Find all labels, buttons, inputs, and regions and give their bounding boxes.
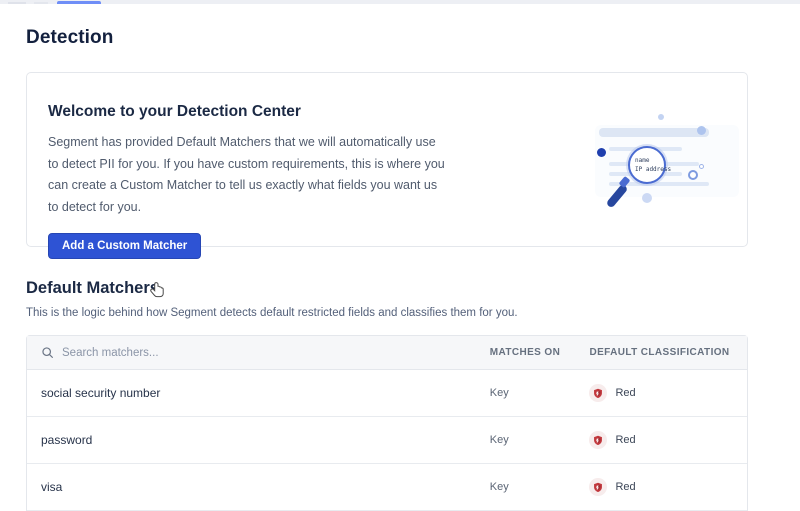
table-row[interactable]: social security number Key Red bbox=[27, 370, 747, 417]
column-header-default-classification: DEFAULT CLASSIFICATION bbox=[589, 347, 747, 358]
detection-illustration: name IP address bbox=[585, 111, 741, 229]
default-matchers-title: Default Matchers bbox=[26, 279, 748, 298]
page-title: Detection bbox=[26, 27, 748, 49]
matcher-classification: Red bbox=[589, 478, 747, 496]
matcher-matches-on: Key bbox=[490, 481, 590, 493]
column-header-matches-on: MATCHES ON bbox=[490, 347, 590, 358]
welcome-card: Welcome to your Detection Center Segment… bbox=[26, 72, 748, 247]
matcher-classification: Red bbox=[589, 431, 747, 449]
matcher-classification: Red bbox=[589, 384, 747, 402]
classification-shield-icon bbox=[589, 431, 607, 449]
decorative-dot bbox=[697, 126, 706, 135]
classification-shield-icon bbox=[589, 384, 607, 402]
tab-ghost bbox=[34, 2, 48, 4]
matchers-table-header: MATCHES ON DEFAULT CLASSIFICATION bbox=[27, 336, 747, 370]
matcher-matches-on: Key bbox=[490, 434, 590, 446]
decorative-dot bbox=[658, 114, 664, 120]
search-matchers-field[interactable] bbox=[41, 346, 490, 359]
matcher-name: password bbox=[41, 433, 490, 447]
default-matchers-description: This is the logic behind how Segment det… bbox=[26, 307, 748, 319]
classification-label: Red bbox=[615, 387, 635, 399]
table-row[interactable]: visa Key Red bbox=[27, 464, 747, 511]
illustration-document-header bbox=[599, 128, 709, 137]
detection-page: Detection Welcome to your Detection Cent… bbox=[26, 18, 748, 511]
classification-label: Red bbox=[615, 481, 635, 493]
matcher-name: visa bbox=[41, 480, 490, 494]
classification-label: Red bbox=[615, 434, 635, 446]
illustration-chip-name: name bbox=[635, 157, 664, 164]
matchers-table: MATCHES ON DEFAULT CLASSIFICATION social… bbox=[26, 335, 748, 511]
decorative-ring bbox=[688, 170, 698, 180]
illustration-chip-ip: IP address bbox=[635, 166, 664, 173]
table-row[interactable]: password Key Red bbox=[27, 417, 747, 464]
mouse-cursor-icon bbox=[149, 281, 166, 300]
active-tab-indicator bbox=[57, 1, 101, 4]
decorative-ring bbox=[699, 164, 704, 169]
add-custom-matcher-button[interactable]: Add a Custom Matcher bbox=[48, 233, 201, 259]
top-tab-bar bbox=[0, 0, 800, 4]
matcher-name: social security number bbox=[41, 386, 490, 400]
search-icon bbox=[41, 346, 54, 359]
tab-ghost bbox=[8, 2, 26, 4]
magnifier-lens-icon: name IP address bbox=[628, 146, 666, 184]
decorative-dot bbox=[642, 193, 652, 203]
decorative-dot bbox=[597, 148, 606, 157]
search-matchers-input[interactable] bbox=[62, 347, 362, 359]
welcome-card-description: Segment has provided Default Matchers th… bbox=[48, 132, 448, 218]
matcher-matches-on: Key bbox=[490, 387, 590, 399]
classification-shield-icon bbox=[589, 478, 607, 496]
